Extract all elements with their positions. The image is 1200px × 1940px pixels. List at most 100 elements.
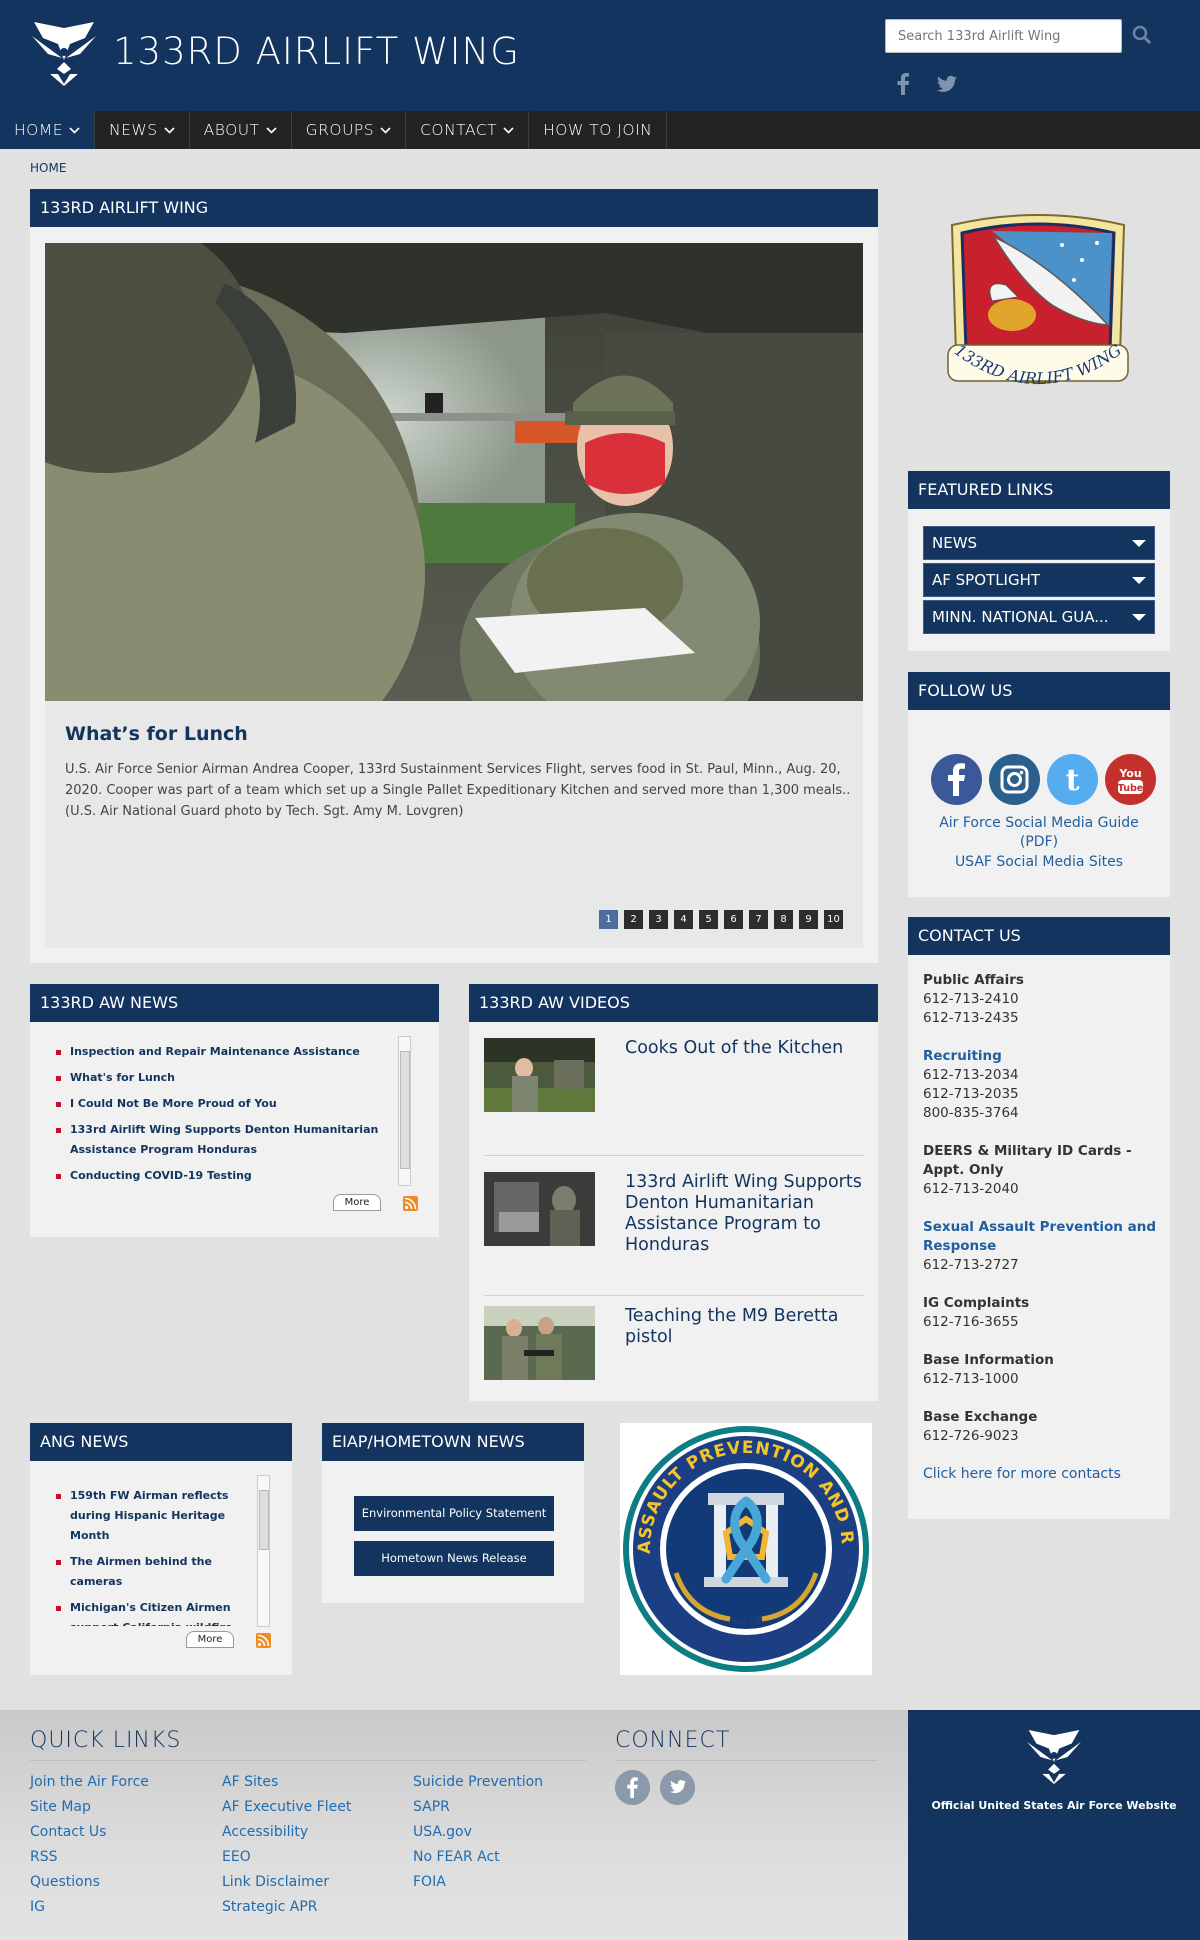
video-item[interactable]: Teaching the M9 Beretta pistol [484,1306,864,1424]
featured-link-af-spotlight[interactable]: AF SPOTLIGHT [923,563,1155,597]
hero-panel: 133RD AIRLIFT WING What’s for Lunch U.S.… [30,189,878,963]
scrollbar-thumb[interactable] [259,1490,269,1550]
footer-link[interactable]: Link Disclaimer [222,1870,351,1895]
chevron-down-icon [69,126,80,134]
footer-link[interactable]: IG [30,1895,149,1920]
aw-videos-heading: 133RD AW VIDEOS [469,984,878,1022]
search-input[interactable] [885,19,1122,53]
nav-item-contact[interactable]: CONTACT [406,111,530,149]
pager-button[interactable]: 4 [674,910,693,929]
contact-phone: 612-713-2035 [923,1086,1019,1102]
rss-icon[interactable] [256,1633,271,1648]
contact-us-panel: CONTACT US Public Affairs 612-713-2410 6… [908,917,1170,1519]
video-item[interactable]: Cooks Out of the Kitchen [484,1038,864,1156]
footer-link[interactable]: Contact Us [30,1820,149,1845]
nav-item-label: ABOUT [203,121,260,139]
more-contacts-link[interactable]: Click here for more contacts [923,1465,1158,1484]
footer-link[interactable]: Join the Air Force [30,1770,149,1795]
aw-news-panel: 133RD AW NEWS Inspection and Repair Main… [30,984,439,1237]
news-scrollbar[interactable] [398,1036,411,1186]
caret-down-icon [1132,577,1146,584]
footer-link[interactable]: Suicide Prevention [413,1770,543,1795]
breadcrumb-home[interactable]: HOME [30,161,66,175]
usaf-social-sites-link[interactable]: USAF Social Media Sites [908,853,1170,872]
ang-more-button[interactable]: More [186,1631,234,1648]
nav-item-news[interactable]: NEWS [95,111,190,149]
nav-item-how-to-join[interactable]: HOW TO JOIN [529,111,668,149]
footer-link[interactable]: FOIA [413,1870,543,1895]
footer-link[interactable]: RSS [30,1845,149,1870]
unit-crest-icon[interactable]: 133RD AIRLIFT WING [932,205,1144,420]
nav-item-groups[interactable]: GROUPS [292,111,407,149]
list-item[interactable]: 159th FW Airman reflects during Hispanic… [52,1486,262,1546]
list-item[interactable]: Michigan's Citizen Airmen support Califo… [52,1598,262,1626]
list-item[interactable]: Inspection and Repair Maintenance Assist… [52,1042,412,1062]
ang-scrollbar[interactable] [257,1475,270,1627]
sapr-banner[interactable]: SEXUAL ASSAULT PREVENTION AND RESPONSE D… [612,1408,872,1675]
list-item[interactable]: 133rd Airlift Wing Supports Denton Human… [52,1120,412,1160]
featured-link-label: MINN. NATIONAL GUA... [932,608,1109,626]
video-thumbnail[interactable] [484,1038,595,1112]
footer-link[interactable]: AF Executive Fleet [222,1795,351,1820]
official-af-website-badge[interactable]: Official United States Air Force Website [908,1710,1200,1940]
hero-photo[interactable] [45,243,863,701]
footer-link[interactable]: USA.gov [413,1820,543,1845]
footer-link[interactable]: Site Map [30,1795,149,1820]
footer-link[interactable]: No FEAR Act [413,1845,543,1870]
pager-button[interactable]: 1 [599,910,618,929]
footer-link[interactable]: EEO [222,1845,351,1870]
featured-link-mn-national-guard[interactable]: MINN. NATIONAL GUA... [923,600,1155,634]
scrollbar-thumb[interactable] [400,1051,410,1169]
site-title[interactable]: 133RD AIRLIFT WING [113,30,520,73]
news-more-button[interactable]: More [333,1194,381,1211]
air-force-logo-icon[interactable] [28,22,100,86]
caret-down-icon [1132,614,1146,621]
footer-link[interactable]: SAPR [413,1795,543,1820]
pager-button[interactable]: 2 [624,910,643,929]
footer-link[interactable]: Questions [30,1870,149,1895]
site-header: 133RD AIRLIFT WING [0,0,1200,111]
pager-button[interactable]: 5 [699,910,718,929]
contact-phone: 612-726-9023 [923,1428,1019,1444]
video-title[interactable]: Cooks Out of the Kitchen [625,1038,865,1059]
video-title[interactable]: Teaching the M9 Beretta pistol [625,1306,865,1348]
pager-button[interactable]: 6 [724,910,743,929]
pager-button[interactable]: 8 [774,910,793,929]
video-thumbnail[interactable] [484,1306,595,1380]
social-media-guide-link[interactable]: Air Force Social Media Guide (PDF) [908,814,1170,852]
pager-button[interactable]: 9 [799,910,818,929]
instagram-icon[interactable] [989,754,1040,805]
footer-link[interactable]: Strategic APR [222,1895,351,1920]
rss-icon[interactable] [403,1196,418,1211]
video-title[interactable]: 133rd Airlift Wing Supports Denton Human… [625,1172,865,1256]
list-item[interactable]: Conducting COVID-19 Testing [52,1166,412,1186]
featured-link-news[interactable]: NEWS [923,526,1155,560]
twitter-icon[interactable]: t [1047,754,1098,805]
facebook-icon[interactable] [615,1770,650,1805]
list-item[interactable]: I Could Not Be More Proud of You [52,1094,412,1114]
footer-link[interactable]: Accessibility [222,1820,351,1845]
hometown-news-button[interactable]: Hometown News Release [354,1541,554,1576]
pager-button[interactable]: 7 [749,910,768,929]
youtube-icon[interactable]: You Tube [1105,754,1156,805]
pager-button[interactable]: 3 [649,910,668,929]
facebook-icon[interactable] [896,73,910,95]
environmental-policy-button[interactable]: Environmental Policy Statement [354,1496,554,1531]
facebook-icon[interactable] [931,754,982,805]
twitter-icon[interactable] [937,75,957,93]
search-icon[interactable] [1132,25,1152,45]
nav-item-about[interactable]: ABOUT [190,111,292,149]
nav-item-label: NEWS [109,121,158,139]
nav-item-home[interactable]: HOME [0,111,96,149]
hero-title[interactable]: What’s for Lunch [65,723,248,745]
list-item[interactable]: What's for Lunch [52,1068,412,1088]
recruiting-link[interactable]: Recruiting [923,1047,1158,1066]
video-item[interactable]: 133rd Airlift Wing Supports Denton Human… [484,1172,864,1296]
footer-link[interactable]: AF Sites [222,1770,351,1795]
list-item[interactable]: The Airmen behind the cameras [52,1552,262,1592]
air-force-logo-icon [1027,1730,1081,1784]
pager-button[interactable]: 10 [824,910,843,929]
twitter-icon[interactable] [660,1770,695,1805]
sapr-link[interactable]: Sexual Assault Prevention and Response [923,1218,1158,1256]
video-thumbnail[interactable] [484,1172,595,1246]
